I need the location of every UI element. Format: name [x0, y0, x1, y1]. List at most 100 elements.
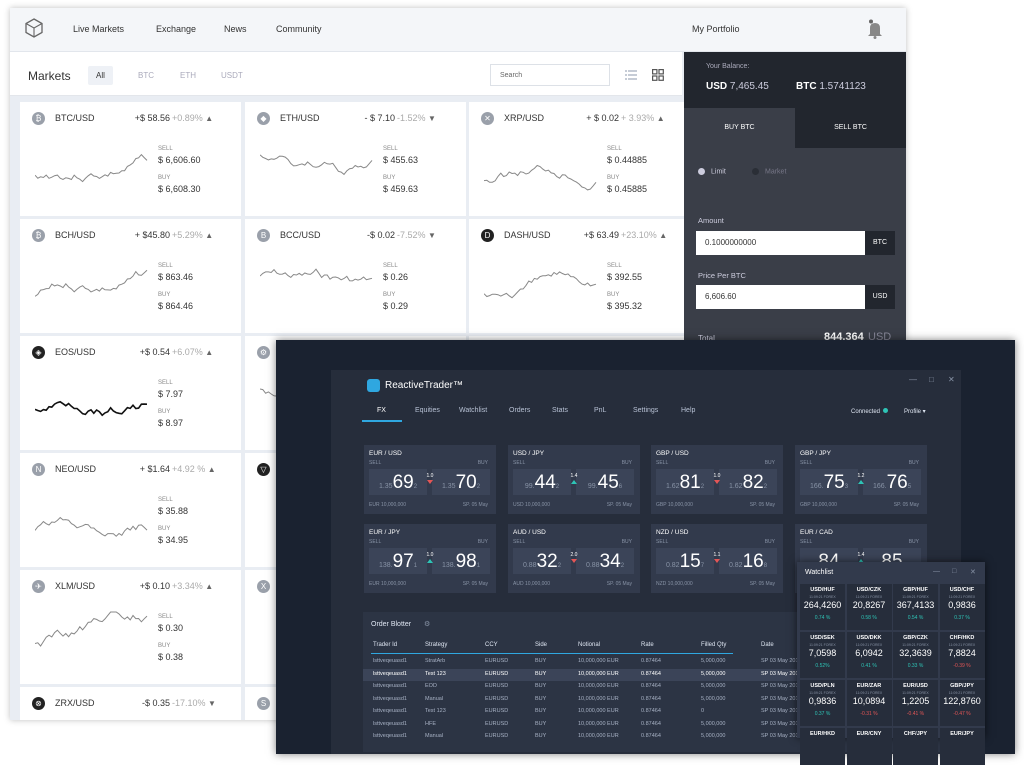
logo-icon[interactable] — [24, 18, 44, 43]
close-icon[interactable]: ✕ — [948, 375, 955, 384]
market-card[interactable]: ✈ XLM/USD +$ 0.10 +3.34% ▲ SELL $ 0.30 BUY $ 0.… — [20, 570, 241, 684]
sell-price-button[interactable]: 0.88322 — [513, 548, 571, 574]
sell-btc-tab[interactable]: SELL BTC — [795, 108, 906, 148]
watchlist-cell[interactable]: EUR/ZAR 11:09:21 FOREX 10,0894 -0.31 % — [846, 680, 892, 726]
spread-value: 1.1 — [713, 552, 721, 558]
tab-settings[interactable]: Settings — [633, 407, 658, 414]
sell-price-button[interactable]: 166.753 — [800, 469, 858, 495]
blotter-column-header[interactable]: Notional — [578, 642, 600, 648]
sell-price: $ 6,606.60 — [158, 155, 201, 165]
watchlist-cell[interactable]: USD/SEK 11:09:21 FOREX 7,0598 0.52% — [800, 632, 845, 678]
watchlist-cell[interactable]: EUR/CNY — [846, 728, 892, 765]
watchlist-cell[interactable]: USD/DKK 11:09:21 FOREX 6,0942 0.41 % — [846, 632, 892, 678]
tab-fx[interactable]: FX — [377, 407, 386, 414]
watchlist-cell[interactable]: USD/HUF 11:09:21 FOREX 264,4260 0.74 % — [800, 584, 845, 630]
fx-tile[interactable]: USD / JPY SELL BUY 99.442 99.456 1.4 USD 10,00… — [508, 445, 640, 514]
nav-live-markets[interactable]: Live Markets — [73, 24, 124, 34]
watch-feed: 11:09:21 FOREX — [948, 643, 976, 647]
blotter-column-header[interactable]: Filled Qty — [701, 642, 726, 648]
nav-exchange[interactable]: Exchange — [156, 24, 196, 34]
watchlist-cell[interactable]: USD/CHF 11:09:21 FOREX 0,9836 0.37 % — [939, 584, 985, 630]
market-card[interactable]: N NEO/USD + $1.64 +4.92 % ▲ SELL $ 35.88 BUY $ … — [20, 453, 241, 567]
watchlist-cell[interactable]: GBP/JPY 11:09:21 FOREX 122,8760 -0.47 % — [939, 680, 985, 726]
blotter-column-header[interactable]: Rate — [641, 642, 654, 648]
tab-orders[interactable]: Orders — [509, 407, 530, 414]
search-input[interactable]: Search — [490, 64, 610, 86]
maximize-icon[interactable]: □ — [929, 375, 934, 384]
profile-menu[interactable]: Profile ▾ — [904, 408, 926, 415]
watchlist-cell[interactable]: GBP/CZK 11:09:21 FOREX 32,3639 0.33 % — [893, 632, 938, 678]
nav-news[interactable]: News — [224, 24, 247, 34]
market-card[interactable]: ◆ ETH/USD - $ 7.10 -1.52% ▼ SELL $ 455.63 BUY $… — [245, 102, 466, 216]
watchlist-cell[interactable]: EUR/USD 11:09:21 FOREX 1,2205 -0.41 % — [893, 680, 938, 726]
fx-tile[interactable]: EUR / JPY SELL BUY 138.971 138.981 1.0 EUR 10,… — [364, 524, 496, 593]
price-big-figure: 70 — [455, 472, 477, 493]
watchlist-cell[interactable]: CHF/JPY — [893, 728, 938, 765]
tab-watchlist[interactable]: Watchlist — [459, 407, 487, 414]
reactive-trader-logo-icon — [367, 379, 380, 392]
filter-btc-tab[interactable]: BTC — [138, 71, 154, 80]
fx-tile[interactable]: GBP / JPY SELL BUY 166.753 166.765 1.2 GBP 10,… — [795, 445, 927, 514]
filter-all-tab[interactable]: All — [88, 66, 113, 85]
tab-help[interactable]: Help — [681, 407, 695, 414]
sell-price-button[interactable]: 1.35692 — [369, 469, 427, 495]
watchlist-cell[interactable]: EUR/HKD — [800, 728, 845, 765]
fx-tile[interactable]: EUR / USD SELL BUY 1.35692 1.35702 1.0 EUR 10,… — [364, 445, 496, 514]
sell-price-button[interactable]: 0.82157 — [656, 548, 714, 574]
watchlist-maximize-icon[interactable]: □ — [952, 568, 956, 575]
nav-community[interactable]: Community — [276, 24, 322, 34]
fx-tile[interactable]: GBP / USD SELL BUY 1.62812 1.62822 1.0 GBP 10,… — [651, 445, 783, 514]
watchlist-close-icon[interactable]: ✕ — [970, 568, 976, 576]
market-card[interactable]: B BCC/USD -$ 0.02 -7.52% ▼ SELL $ 0.26 BUY $ 0.… — [245, 219, 466, 333]
watchlist-cell[interactable]: GBP/HUF 11:09:21 FOREX 367,4133 0.54 % — [893, 584, 938, 630]
buy-price-button[interactable]: 0.82168 — [719, 548, 777, 574]
filter-eth-tab[interactable]: ETH — [180, 71, 196, 80]
fx-tile[interactable]: AUD / USD SELL BUY 0.88322 0.88342 2.0 AUD 10,… — [508, 524, 640, 593]
sell-price-button[interactable]: 138.971 — [369, 548, 427, 574]
sell-price-button[interactable]: 99.442 — [513, 469, 571, 495]
market-card[interactable]: ⊗ ZRX/USD -$ 0.35 -17.10% ▼ — [20, 687, 241, 720]
buy-price-button[interactable]: 138.981 — [432, 548, 490, 574]
gear-icon[interactable]: ⚙ — [424, 620, 430, 628]
limit-radio[interactable]: Limit — [698, 168, 726, 175]
watchlist-cell[interactable]: EUR/JPY — [939, 728, 985, 765]
tab-pnl[interactable]: PnL — [594, 407, 606, 414]
market-radio[interactable]: Market — [752, 168, 786, 175]
watchlist-cell[interactable]: USD/CZK 11:09:21 FOREX 20,8267 0.58 % — [846, 584, 892, 630]
buy-btc-tab[interactable]: BUY BTC — [684, 108, 795, 148]
buy-price-button[interactable]: 0.88342 — [576, 548, 634, 574]
bell-icon[interactable] — [867, 19, 883, 44]
blotter-column-header[interactable]: CCY — [485, 642, 498, 648]
minimize-icon[interactable]: — — [909, 375, 917, 384]
buy-label: BUY — [607, 292, 620, 298]
tab-stats[interactable]: Stats — [552, 407, 568, 414]
blotter-column-header[interactable]: Trader Id — [373, 642, 397, 648]
blotter-column-header[interactable]: Side — [535, 642, 547, 648]
price-big-figure: 16 — [742, 551, 764, 572]
table-cell: 0.87464 — [641, 670, 661, 677]
blotter-column-header[interactable]: Strategy — [425, 642, 447, 648]
usd-balance: USD 7,465.45 — [706, 81, 769, 92]
market-card[interactable]: ✕ XRP/USD + $ 0.02 + 3.93% ▲ SELL $ 0.44885 BU… — [469, 102, 690, 216]
blotter-column-header[interactable]: Date — [761, 642, 774, 648]
watchlist-minimize-icon[interactable]: — — [933, 568, 940, 575]
fx-tile[interactable]: NZD / USD SELL BUY 0.82157 0.82168 1.1 NZD 10,… — [651, 524, 783, 593]
buy-price-button[interactable]: 166.765 — [863, 469, 921, 495]
buy-price-button[interactable]: 1.35702 — [432, 469, 490, 495]
filter-usdt-tab[interactable]: USDT — [221, 71, 243, 80]
tab-equities[interactable]: Equities — [415, 407, 440, 414]
nav-my-portfolio[interactable]: My Portfolio — [692, 24, 740, 34]
market-card[interactable]: ₿ BTC/USD +$ 58.56 +0.89% ▲ SELL $ 6,606.60 BU… — [20, 102, 241, 216]
amount-input[interactable]: 0.1000000000 — [696, 231, 870, 255]
list-view-icon[interactable] — [625, 68, 637, 86]
market-card[interactable]: ◈ EOS/USD +$ 0.54 +6.07% ▲ SELL $ 7.97 BUY $ 8.… — [20, 336, 241, 450]
price-input[interactable]: 6,606.60 — [696, 285, 870, 309]
grid-view-icon[interactable] — [652, 68, 664, 86]
buy-price-button[interactable]: 1.62822 — [719, 469, 777, 495]
watchlist-cell[interactable]: CHF/HKD 11:09:21 FOREX 7,8824 -0.39 % — [939, 632, 985, 678]
market-card[interactable]: ₿ BCH/USD + $45.80 +5.29% ▲ SELL $ 863.46 BUY $… — [20, 219, 241, 333]
sell-price-button[interactable]: 1.62812 — [656, 469, 714, 495]
buy-price-button[interactable]: 99.456 — [576, 469, 634, 495]
watchlist-cell[interactable]: USD/PLN 11:09:21 FOREX 0,9836 0.37 % — [800, 680, 845, 726]
market-card[interactable]: D DASH/USD +$ 63.49 +23.10% ▲ SELL $ 392.55 BU… — [469, 219, 690, 333]
